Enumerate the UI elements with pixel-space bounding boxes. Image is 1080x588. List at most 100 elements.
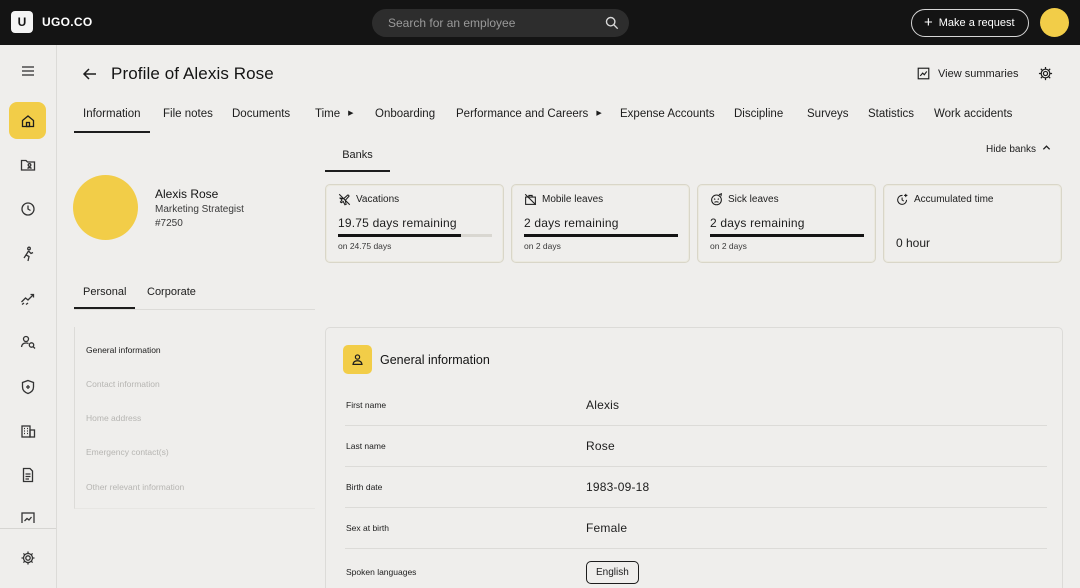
section-nav-general[interactable]: General information (86, 345, 161, 355)
tab-onboarding[interactable]: Onboarding (375, 108, 435, 133)
sidebar-item-files[interactable] (9, 146, 46, 183)
chart-trend-icon (20, 293, 34, 305)
sidebar-item-home[interactable] (9, 102, 46, 139)
tab-banks[interactable]: Banks (325, 149, 390, 172)
brand-name[interactable]: UGO.CO (42, 15, 92, 29)
plane-off-icon (338, 193, 351, 206)
menu-icon (21, 65, 34, 76)
bank-card-header: Vacations (338, 193, 399, 206)
gear-icon (21, 551, 34, 564)
bank-progress-bar (710, 234, 864, 237)
search-bar (372, 9, 629, 37)
top-bar: U UGO.CO + Make a request (0, 0, 1080, 45)
make-request-button[interactable]: + Make a request (911, 9, 1029, 37)
profile-role: Marketing Strategist (155, 204, 244, 215)
field-last-name: Last name Rose (345, 426, 1047, 467)
bank-title: Sick leaves (728, 194, 779, 205)
chart-box-icon (20, 512, 35, 523)
tab-time[interactable]: Time ▶ (315, 108, 354, 133)
bank-progress-fill (338, 234, 462, 237)
clock-icon (20, 201, 35, 216)
bank-title: Vacations (356, 194, 400, 205)
bank-progress-fill (524, 234, 678, 237)
document-icon (22, 467, 33, 482)
sidebar (0, 45, 57, 588)
bank-card-header: Sick leaves (710, 193, 779, 206)
tab-information[interactable]: Information (74, 108, 150, 133)
field-label: Spoken languages (346, 567, 417, 577)
tab-expense-accounts[interactable]: Expense Accounts (620, 108, 715, 133)
sidebar-item-settings[interactable] (9, 539, 46, 576)
bank-remaining: 19.75 days remaining (338, 216, 457, 230)
profile-name: Alexis Rose (155, 187, 219, 201)
page-title: Profile of Alexis Rose (111, 64, 274, 83)
caret-right-icon: ▶ (596, 110, 602, 117)
field-label: Sex at birth (346, 523, 389, 533)
bank-progress-bar (338, 234, 492, 237)
user-icon (352, 354, 363, 365)
section-nav-emergency[interactable]: Emergency contact(s) (86, 447, 169, 457)
person-running-icon (22, 246, 33, 261)
field-birth-date: Birth date 1983-09-18 (345, 467, 1047, 508)
tab-documents[interactable]: Documents (232, 108, 290, 133)
view-summaries-label: View summaries (938, 67, 1019, 80)
chart-box-icon (917, 67, 930, 80)
tab-label: Work accidents (934, 108, 1013, 120)
field-label: Birth date (346, 482, 383, 492)
bank-card-mobile-leaves: Mobile leaves 2 days remaining on 2 days (511, 184, 690, 263)
section-nav: General information Contact information … (74, 327, 315, 509)
tab-label: Expense Accounts (620, 108, 715, 120)
tab-performance-careers[interactable]: Performance and Careers ▶ (456, 108, 602, 133)
bank-remaining: 2 days remaining (524, 216, 619, 230)
settings-gear-icon[interactable] (1038, 66, 1053, 81)
tab-corporate[interactable]: Corporate (147, 286, 196, 309)
tab-work-accidents[interactable]: Work accidents (934, 108, 1012, 133)
sidebar-item-performance[interactable] (9, 279, 46, 316)
sidebar-item-reports[interactable] (9, 503, 46, 523)
logo-icon[interactable]: U (11, 11, 33, 33)
user-avatar[interactable] (1040, 8, 1069, 37)
section-nav-other[interactable]: Other relevant information (86, 482, 184, 492)
sidebar-item-activities[interactable] (9, 235, 46, 272)
sick-face-icon (711, 193, 723, 206)
tab-label: Time (315, 108, 341, 120)
bank-card-header: Accumulated time (896, 193, 993, 206)
tab-personal[interactable]: Personal (74, 286, 136, 309)
field-label: First name (346, 400, 387, 410)
bank-title: Accumulated time (914, 194, 994, 205)
field-spoken-languages: Spoken languages English (345, 550, 1047, 588)
suitcase-off-icon (524, 193, 537, 206)
tab-label: Onboarding (375, 108, 436, 120)
chevron-up-icon (1042, 143, 1051, 155)
tab-label: Information (83, 108, 141, 120)
sidebar-divider (0, 528, 56, 529)
tab-label: File notes (163, 108, 213, 120)
tab-file-notes[interactable]: File notes (163, 108, 213, 133)
sidebar-item-security[interactable] (9, 368, 46, 405)
section-nav-home-address[interactable]: Home address (86, 413, 141, 423)
caret-right-icon: ▶ (348, 110, 354, 117)
back-arrow-icon[interactable] (82, 66, 98, 82)
bank-progress-fill (710, 234, 864, 237)
hide-banks-button[interactable]: Hide banks (986, 143, 1051, 155)
bank-hours: 0 hour (896, 236, 931, 250)
profile-avatar (73, 175, 138, 240)
field-value: Female (586, 521, 628, 535)
sidebar-item-company[interactable] (9, 412, 46, 449)
field-sex-at-birth: Sex at birth Female (345, 508, 1047, 549)
menu-button[interactable] (9, 52, 46, 89)
bank-total: on 24.75 days (338, 241, 392, 251)
tab-statistics[interactable]: Statistics (868, 108, 914, 133)
section-nav-contact[interactable]: Contact information (86, 379, 160, 389)
tab-label: Surveys (807, 108, 849, 120)
search-icon[interactable] (605, 16, 619, 30)
panel-icon-box (343, 345, 372, 374)
view-summaries-button[interactable]: View summaries (917, 67, 1019, 80)
search-input[interactable] (388, 9, 588, 37)
tab-surveys[interactable]: Surveys (807, 108, 849, 133)
bank-title: Mobile leaves (542, 194, 604, 205)
sidebar-item-time[interactable] (9, 190, 46, 227)
sidebar-item-documents[interactable] (9, 456, 46, 493)
tab-discipline[interactable]: Discipline (734, 108, 783, 133)
sidebar-item-recruiting[interactable] (9, 323, 46, 360)
